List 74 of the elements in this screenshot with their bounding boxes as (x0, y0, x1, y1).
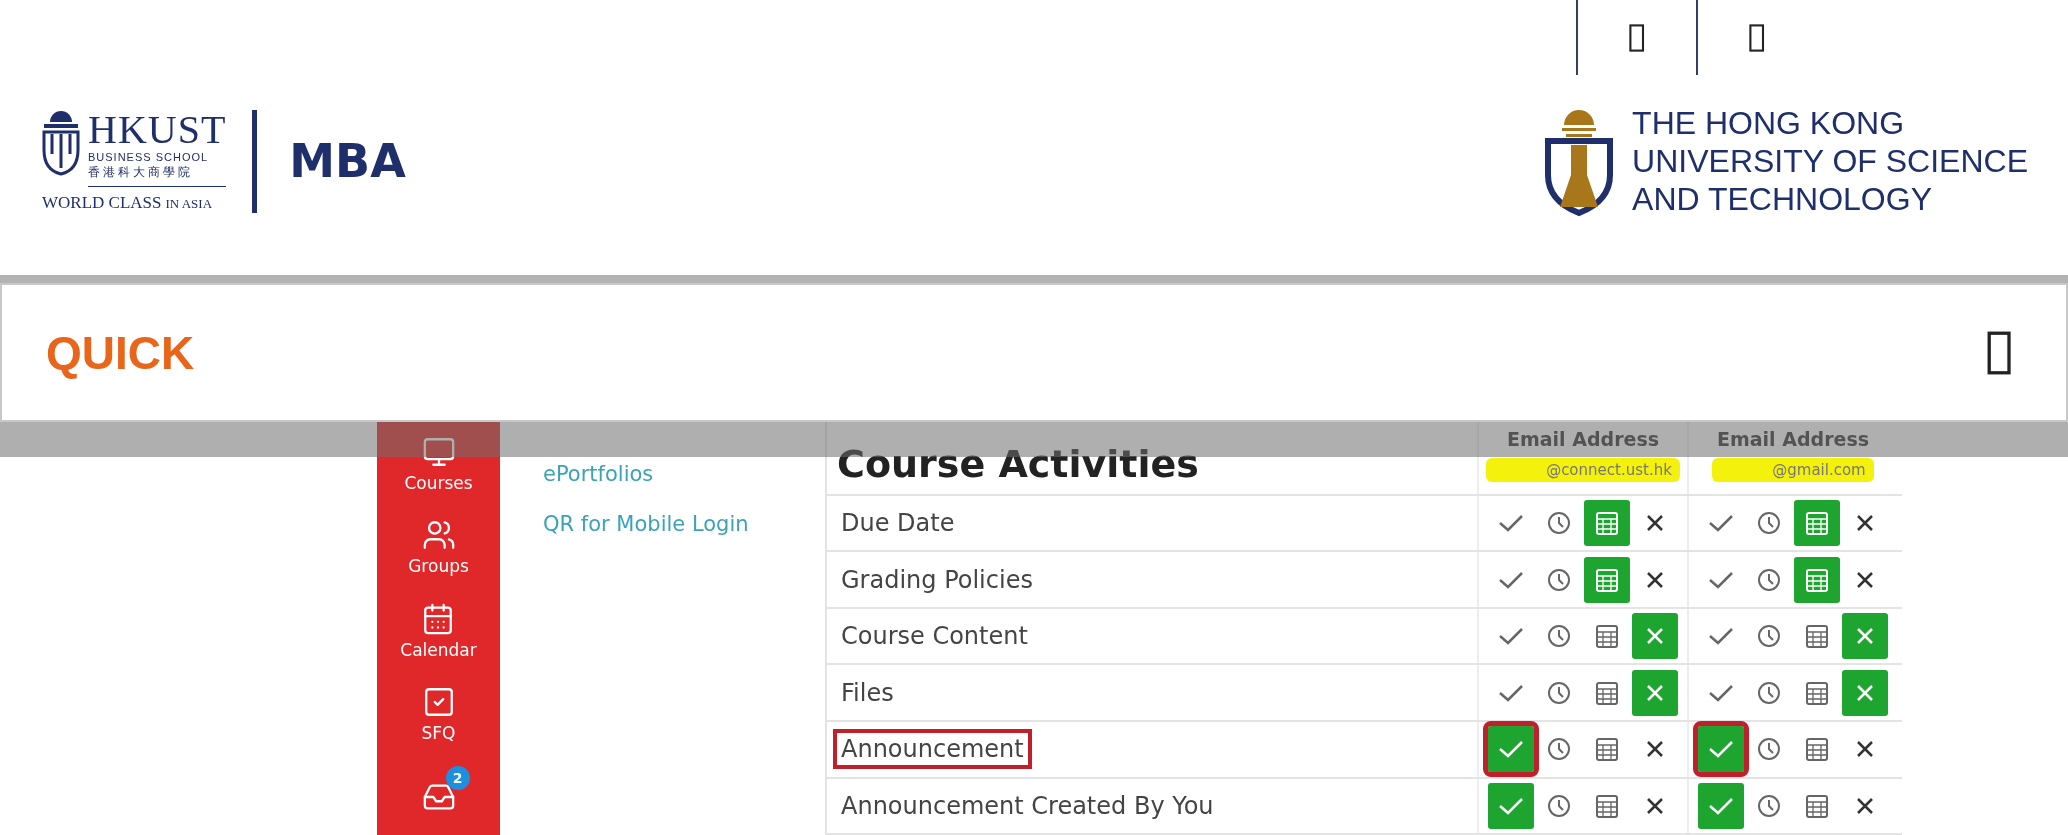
clock-icon (1757, 793, 1781, 818)
check-icon (1498, 795, 1524, 816)
check-icon (1708, 795, 1734, 816)
calendar-icon (1805, 679, 1829, 706)
calendar-icon (1595, 792, 1619, 819)
clock-icon (1757, 680, 1781, 705)
rectangle-icon[interactable] (1749, 23, 1765, 52)
calendar-icon (1595, 510, 1619, 537)
tagline: WORLD CLASS (42, 192, 162, 213)
sidebar-label[interactable]: Calendar (400, 639, 477, 660)
clock-icon (1757, 624, 1781, 649)
university-name: AND TECHNOLOGY (1632, 180, 1933, 218)
row-label: Course Content (840, 621, 1029, 653)
clock-icon (1547, 567, 1571, 592)
check-icon (1708, 739, 1734, 760)
check-icon (1708, 626, 1734, 647)
school-subtitle: BUSINESS SCHOOL (88, 149, 210, 164)
calendar-icon (1805, 792, 1829, 819)
email-address: @gmail.com (1712, 458, 1874, 482)
column-heading: Email Address (1717, 428, 1869, 450)
check-icon (1498, 682, 1524, 703)
check-icon (1708, 682, 1734, 703)
university-name: THE HONG KONG (1632, 104, 1906, 142)
email-address: @connect.ust.hk (1486, 458, 1680, 482)
row-label: Announcement Created By You (840, 790, 1215, 822)
sidebar-label[interactable]: Groups (408, 556, 469, 577)
count-badge: 2 (445, 765, 470, 790)
sidebar-label[interactable]: Courses (404, 472, 473, 493)
check-icon (1498, 513, 1524, 534)
clock-icon (1547, 737, 1571, 762)
calendar-icon (1595, 736, 1619, 763)
close-icon (1645, 682, 1665, 703)
close-icon (1855, 682, 1875, 703)
table-title: Course Activities (836, 441, 1200, 488)
calendar-icon (1805, 510, 1829, 537)
calendar-icon (1805, 736, 1829, 763)
emblem-icon (40, 109, 82, 176)
clock-icon (1757, 567, 1781, 592)
clock-icon (1757, 511, 1781, 536)
clock-icon (1547, 680, 1571, 705)
close-icon (1645, 569, 1665, 590)
university-name: UNIVERSITY OF SCIENCE (1632, 142, 2028, 180)
school-name: HKUST (88, 109, 227, 150)
row-label: Announcement (833, 729, 1032, 770)
check-icon (1708, 513, 1734, 534)
rectangle-icon[interactable] (1986, 330, 2011, 375)
nav-link[interactable]: ePortfolios (543, 462, 825, 486)
row-label: Files (840, 677, 895, 709)
clock-icon (1547, 624, 1571, 649)
check-icon (1708, 569, 1734, 590)
section-title: QUICK (46, 325, 195, 380)
nav-link[interactable]: QR for Mobile Login (543, 512, 825, 536)
check-icon (1498, 626, 1524, 647)
program-title: MBA (289, 134, 406, 188)
row-label: Due Date (840, 508, 956, 540)
rectangle-icon[interactable] (1629, 23, 1645, 52)
close-icon (1855, 569, 1875, 590)
clock-icon (1547, 511, 1571, 536)
close-icon (1855, 795, 1875, 816)
tagline-suffix: IN ASIA (165, 195, 213, 212)
calendar-icon (1595, 679, 1619, 706)
calendar-icon (1805, 566, 1829, 593)
check-icon (1498, 739, 1524, 760)
clock-icon (1757, 737, 1781, 762)
school-chinese-name: 香港科大商學院 (88, 163, 227, 187)
clock-icon (1547, 793, 1571, 818)
row-label: Grading Policies (840, 564, 1034, 596)
calendar-icon (1805, 623, 1829, 650)
calendar-icon (1595, 566, 1619, 593)
column-heading: Email Address (1507, 428, 1659, 450)
calendar-icon (1595, 623, 1619, 650)
sidebar-label[interactable]: SFQ (421, 722, 456, 743)
close-icon (1645, 795, 1665, 816)
check-icon (1498, 569, 1524, 590)
